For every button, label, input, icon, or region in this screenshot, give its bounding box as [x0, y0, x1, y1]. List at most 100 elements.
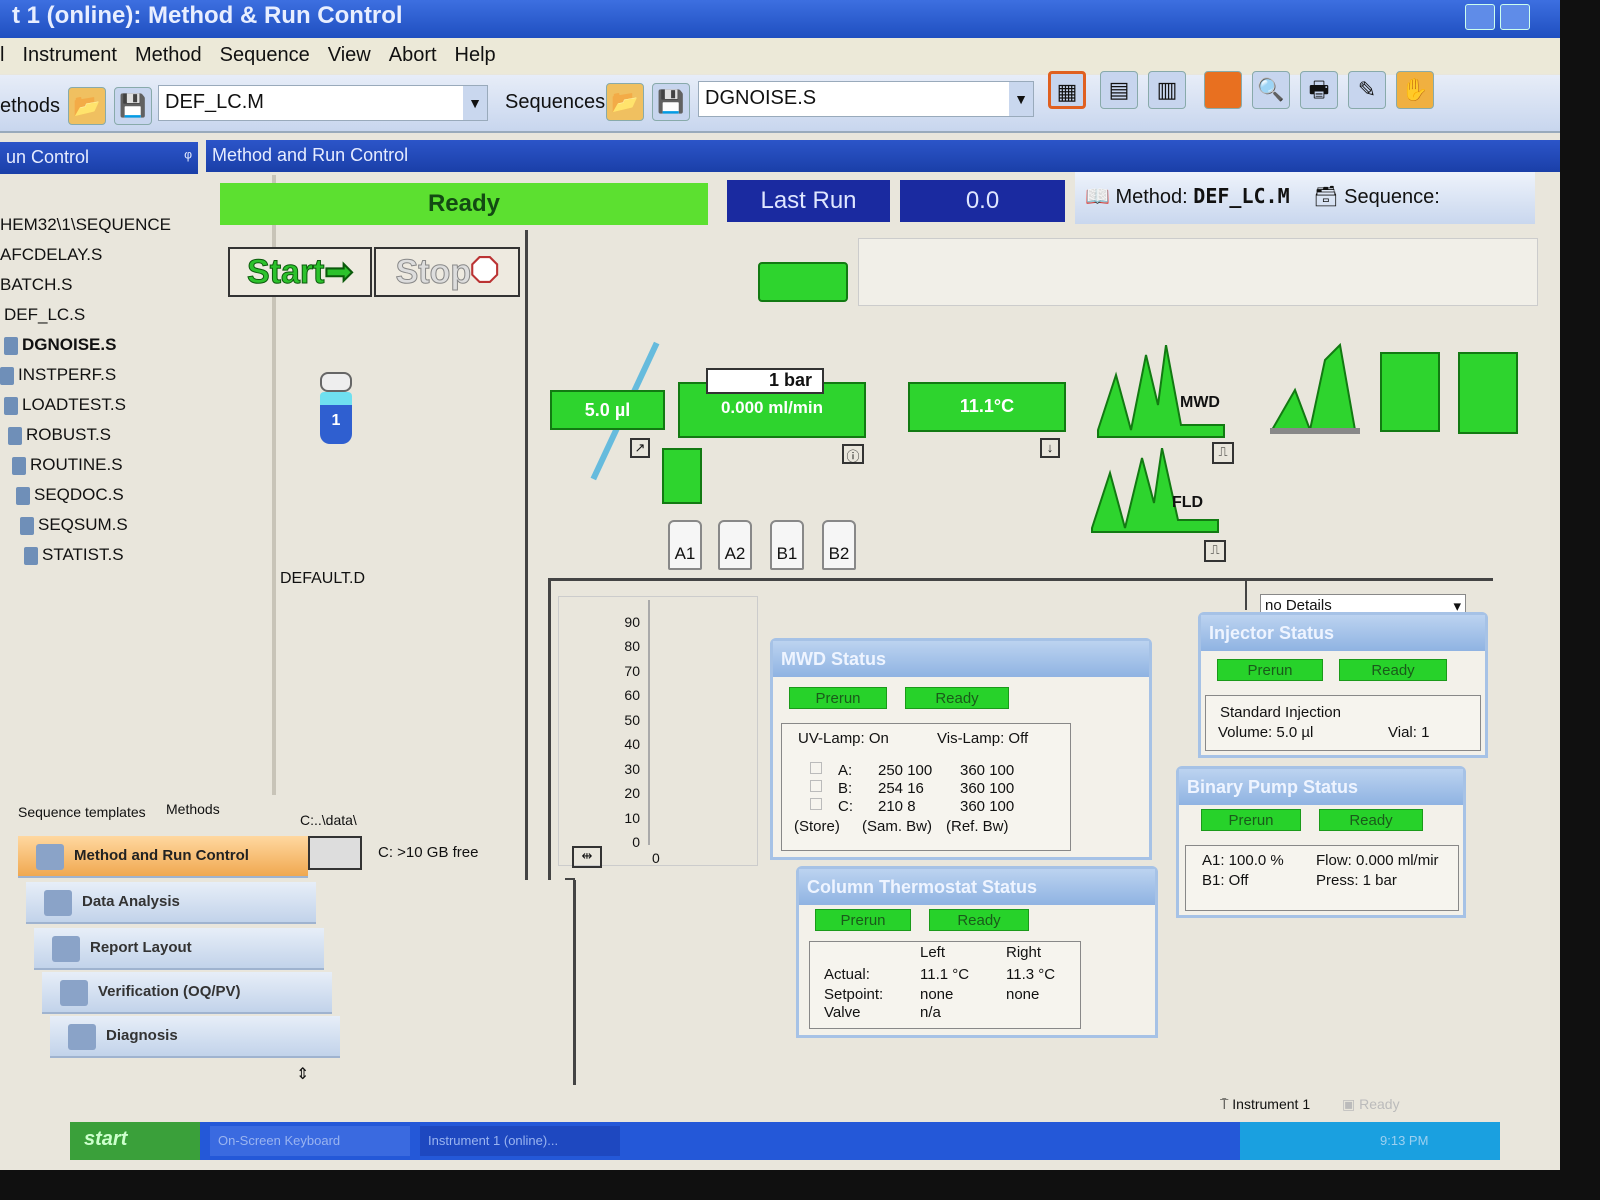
nav-verification[interactable]: Verification (OQ/PV): [42, 972, 332, 1014]
injector-module[interactable]: 5.0 µl: [550, 390, 665, 430]
integration-icon[interactable]: [1270, 340, 1360, 440]
last-run-label: Last Run: [727, 180, 890, 222]
list-item[interactable]: INSTPERF.S: [0, 360, 270, 390]
menu-view[interactable]: View: [328, 44, 371, 74]
report-icon[interactable]: [1458, 352, 1518, 434]
menu-sequence[interactable]: Sequence: [220, 44, 310, 74]
pump-status-title: Binary Pump Status: [1179, 769, 1463, 805]
uv-lamp: UV-Lamp: On: [798, 730, 889, 747]
pump-flow: 0.000 ml/min: [720, 398, 824, 417]
start-menu-button[interactable]: start: [70, 1122, 200, 1160]
sequence-icon: 🗃: [1313, 186, 1339, 208]
mwd-details: UV-Lamp: On Vis-Lamp: Off A: 250 100 360 1…: [781, 723, 1071, 851]
bottle-a2[interactable]: A2: [718, 520, 752, 570]
fld-chromatogram-icon[interactable]: [1090, 448, 1220, 533]
store-a-checkbox[interactable]: [810, 762, 822, 774]
method-book-icon[interactable]: [758, 262, 848, 302]
thermostat-prerun-indicator: Prerun: [815, 909, 911, 931]
mwd-chromatogram-icon[interactable]: [1096, 345, 1226, 440]
taskbar-item-instrument[interactable]: Instrument 1 (online)...: [420, 1126, 620, 1156]
preview-icon[interactable]: 🔍: [1252, 71, 1290, 109]
chevron-down-icon[interactable]: ▼: [1009, 82, 1033, 116]
balance-icon[interactable]: [1380, 352, 1440, 432]
statusbar-instrument: ⍑ Instrument 1: [1220, 1096, 1311, 1112]
injector-status-title: Injector Status: [1201, 615, 1485, 651]
layout2-icon[interactable]: ▤: [1100, 71, 1138, 109]
stop-octagon-icon: ⯃: [471, 253, 499, 292]
nav-report-layout[interactable]: Report Layout: [34, 928, 324, 970]
list-item[interactable]: ROBUST.S: [0, 420, 270, 450]
open-method-icon[interactable]: 📂: [68, 87, 106, 125]
menu-help[interactable]: Help: [455, 44, 496, 74]
plot-zoom-icon[interactable]: ⇹: [572, 846, 602, 868]
edit-icon[interactable]: ✎: [1348, 71, 1386, 109]
y-tick: 10: [624, 809, 640, 826]
pump-details: A1: 100.0 % Flow: 0.000 ml/mir B1: Off Pre…: [1185, 845, 1459, 911]
y-axis-line: [648, 600, 650, 845]
verification-icon: [60, 980, 88, 1006]
menu-file[interactable]: l: [0, 44, 4, 74]
hand-icon[interactable]: ✋: [1396, 71, 1434, 109]
bottle-b2[interactable]: B2: [822, 520, 856, 570]
bottle-b1[interactable]: B1: [770, 520, 804, 570]
nav-method-and-run-control[interactable]: Method and Run Control: [18, 836, 308, 878]
sequence-combo[interactable]: DGNOISE.S ▼: [698, 81, 1034, 117]
column-module[interactable]: 11.1°C: [908, 382, 1066, 432]
x-tick: 0: [652, 850, 660, 866]
nav-diagnosis[interactable]: Diagnosis: [50, 1016, 340, 1058]
left-panel-header: un Control ᵠ: [0, 142, 198, 174]
method-combo[interactable]: DEF_LC.M ▼: [158, 85, 488, 121]
column-temp: 11.1°C: [959, 396, 1015, 416]
pump-info-icon[interactable]: ⓘ: [842, 444, 864, 464]
pin-icon[interactable]: ᵠ: [184, 147, 192, 168]
fld-label: FLD: [1172, 494, 1204, 511]
sequence-icon: [20, 516, 34, 535]
list-item-selected[interactable]: DGNOISE.S: [0, 330, 270, 360]
print-icon[interactable]: 🖶: [1300, 71, 1338, 109]
book-icon[interactable]: [1204, 71, 1242, 109]
open-sequence-icon[interactable]: 📂: [606, 83, 644, 121]
info-bar: 📖 Method: DEF_LC.M 🗃 Sequence:: [1075, 172, 1535, 224]
y-tick: 60: [624, 687, 640, 704]
injector-prerun-indicator: Prerun: [1217, 659, 1323, 681]
bottle-a1[interactable]: A1: [668, 520, 702, 570]
nav-data-analysis[interactable]: Data Analysis: [26, 882, 316, 924]
sequence-icon: [12, 456, 26, 475]
injector-arrow-icon[interactable]: ↗: [630, 438, 650, 458]
tab-methods[interactable]: Methods: [166, 801, 220, 817]
minimize-button[interactable]: [1465, 4, 1495, 30]
store-b-checkbox[interactable]: [810, 780, 822, 792]
list-item[interactable]: SEQSUM.S: [0, 510, 270, 540]
diagnosis-icon: [68, 1024, 96, 1050]
y-tick: 90: [624, 614, 640, 630]
menu-method[interactable]: Method: [135, 44, 202, 74]
vial-icon[interactable]: 1: [318, 372, 354, 450]
store-c-checkbox[interactable]: [810, 798, 822, 810]
maximize-button[interactable]: [1500, 4, 1530, 30]
toolbar: ethods 📂 💾 DEF_LC.M ▼ Sequences 📂 💾 DGNOI…: [0, 71, 1560, 133]
list-item[interactable]: SEQDOC.S: [0, 480, 270, 510]
window-title: t 1 (online): Method & Run Control: [12, 2, 403, 29]
menu-abort[interactable]: Abort: [389, 44, 437, 74]
layout3-icon[interactable]: ▥: [1148, 71, 1186, 109]
layout-icon[interactable]: ▦: [1048, 71, 1086, 109]
list-item[interactable]: DEF_LC.S: [0, 300, 270, 330]
method-value: DEF_LC.M: [1193, 184, 1290, 208]
scroll-more-icon[interactable]: ⇕: [296, 1064, 309, 1084]
list-item[interactable]: ROUTINE.S: [0, 450, 270, 480]
save-sequence-icon[interactable]: 💾: [652, 83, 690, 121]
run-control-icon: [36, 844, 64, 870]
sequence-icon: [4, 336, 18, 355]
stop-button[interactable]: Stop⯃: [374, 247, 520, 297]
column-info-icon[interactable]: ↓: [1040, 438, 1060, 458]
sequence-icon: [8, 426, 22, 445]
start-button[interactable]: Start➡: [228, 247, 372, 297]
tab-sequence-templates[interactable]: Sequence templates: [18, 804, 146, 820]
menu-instrument[interactable]: Instrument: [22, 44, 116, 74]
save-method-icon[interactable]: 💾: [114, 87, 152, 125]
taskbar-item-keyboard[interactable]: On-Screen Keyboard: [210, 1126, 410, 1156]
fld-signal-icon[interactable]: ⎍: [1204, 540, 1226, 562]
chevron-down-icon[interactable]: ▼: [463, 86, 487, 120]
list-item[interactable]: LOADTEST.S: [0, 390, 270, 420]
list-item[interactable]: STATIST.S: [0, 540, 270, 570]
